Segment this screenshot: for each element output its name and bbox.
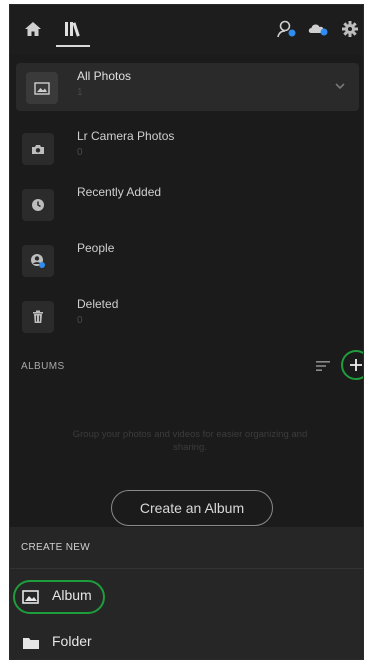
create-album-button[interactable]: Create an Album — [111, 490, 273, 526]
library-item-label: Lr Camera Photos — [77, 129, 175, 143]
people-icon — [22, 245, 54, 277]
library-item-label: Deleted — [77, 297, 119, 311]
create-new-folder-option[interactable]: Folder — [10, 621, 363, 659]
library-item-all-photos[interactable]: All Photos 1 — [16, 63, 359, 111]
plus-icon — [350, 359, 362, 371]
albums-heading: ALBUMS — [21, 361, 65, 372]
library-item-lr-camera-photos[interactable]: Lr Camera Photos 0 — [10, 119, 363, 175]
create-new-title: CREATE NEW — [21, 542, 90, 553]
app-frame: All Photos 1 Lr Camera Photos 0 Recently… — [9, 4, 364, 660]
library-item-label: People — [77, 241, 115, 255]
album-highlight-ring — [13, 580, 105, 614]
photo-icon — [26, 72, 58, 104]
gear-icon[interactable] — [337, 16, 363, 42]
chevron-down-icon[interactable] — [333, 79, 347, 93]
create-new-folder-label: Folder — [52, 633, 92, 649]
cloud-sync-icon[interactable] — [305, 16, 331, 42]
home-icon[interactable] — [20, 16, 46, 42]
library-item-recently-added[interactable]: Recently Added — [10, 175, 363, 231]
library-item-label: Recently Added — [77, 185, 162, 199]
create-new-sheet: CREATE NEW Album Folder — [10, 527, 363, 659]
library-item-count: 0 — [77, 315, 83, 326]
search-person-icon[interactable] — [274, 16, 300, 42]
create-new-header: CREATE NEW — [10, 527, 363, 569]
folder-icon — [23, 638, 39, 649]
library-item-label: All Photos — [77, 69, 132, 83]
library-item-count: 1 — [77, 87, 83, 98]
add-album-button[interactable] — [341, 350, 363, 380]
library-item-count: 0 — [77, 147, 83, 158]
albums-empty-message: Group your photos and videos for easier … — [72, 429, 308, 453]
sort-icon[interactable] — [315, 357, 333, 375]
active-tab-indicator — [56, 45, 90, 47]
clock-icon — [22, 189, 54, 221]
library-item-deleted[interactable]: Deleted 0 — [10, 287, 363, 343]
library-item-people[interactable]: People — [10, 231, 363, 287]
top-bar — [10, 5, 363, 55]
camera-icon — [22, 133, 54, 165]
library-icon[interactable] — [60, 16, 86, 42]
trash-icon — [22, 301, 54, 333]
